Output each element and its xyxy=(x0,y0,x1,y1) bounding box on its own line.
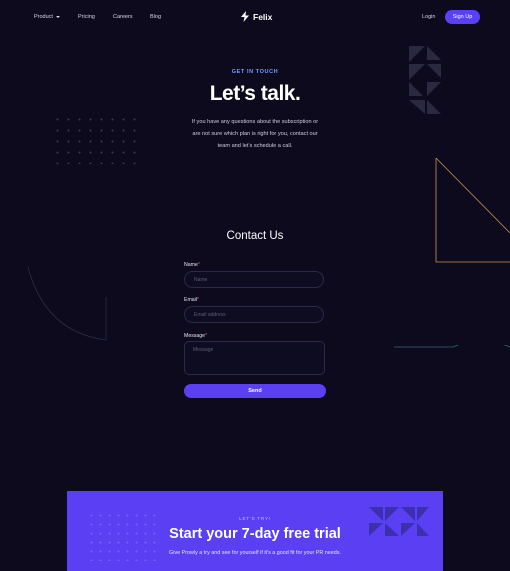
login-link[interactable]: Login xyxy=(422,14,435,20)
hero-eyebrow: GET IN TOUCH xyxy=(231,69,279,75)
contact-title: Contact Us xyxy=(226,230,284,242)
message-field[interactable]: Message xyxy=(184,341,325,375)
name-field[interactable]: Name xyxy=(184,271,324,288)
nav-careers[interactable]: Careers xyxy=(113,14,133,20)
hero-description: If you have any questions about the subs… xyxy=(180,116,330,152)
brand-logo[interactable]: Felix xyxy=(240,11,272,22)
email-placeholder: Email address xyxy=(194,312,226,318)
hero-text-line: team and let’s schedule a call. xyxy=(217,143,293,149)
chevron-down-icon xyxy=(55,15,60,18)
name-label: Name* xyxy=(184,262,200,268)
banner-eyebrow: LET’S TRY! xyxy=(239,516,271,521)
nav-pricing[interactable]: Pricing xyxy=(78,14,95,20)
email-field[interactable]: Email address xyxy=(184,306,324,323)
banner-title: Start your 7-day free trial xyxy=(169,526,341,542)
banner-description: Give Prowly a try and see for yourself i… xyxy=(169,550,341,556)
quarter-circle-decoration xyxy=(394,345,510,475)
bolt-icon xyxy=(241,11,249,22)
triangle-outline-decoration xyxy=(435,157,510,263)
email-label: Email* xyxy=(184,297,200,303)
message-placeholder: Message xyxy=(193,347,214,353)
nav-blog[interactable]: Blog xyxy=(150,14,161,20)
name-placeholder: Name xyxy=(194,277,208,283)
message-label: Message* xyxy=(184,333,208,339)
arc-outline-decoration xyxy=(27,266,107,341)
trial-banner: LET’S TRY! Start your 7-day free trial G… xyxy=(67,491,443,571)
hero-text-line: If you have any questions about the subs… xyxy=(191,119,319,125)
nav-product-label: Product xyxy=(34,14,53,20)
hero-text-line: are not sure which plan is right for you… xyxy=(192,131,318,137)
dot-grid-decoration xyxy=(52,114,142,164)
send-button[interactable]: Send xyxy=(184,384,326,398)
signup-button[interactable]: Sign Up xyxy=(445,10,480,24)
brand-name: Felix xyxy=(253,11,273,22)
hero-title: Let’s talk. xyxy=(209,82,301,105)
nav-product[interactable]: Product xyxy=(34,14,60,20)
